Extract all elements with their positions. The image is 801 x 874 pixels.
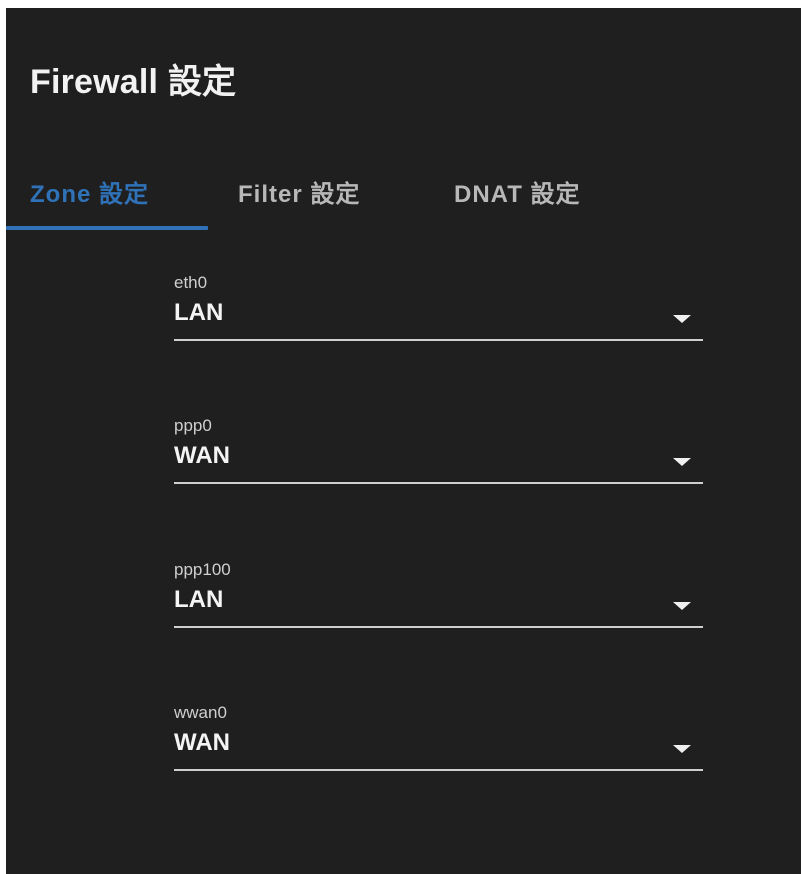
tab-zone-settings[interactable]: Zone 設定 <box>6 168 208 232</box>
zone-label-wwan0: wwan0 <box>174 703 227 722</box>
tab-zone-label: Zone 設定 <box>30 181 149 208</box>
firewall-settings-panel: Firewall 設定 Zone 設定 Filter 設定 DNAT 設定 et… <box>6 8 801 874</box>
select-underline <box>174 482 703 484</box>
active-tab-indicator <box>6 226 208 230</box>
caret-down-icon <box>673 315 691 323</box>
caret-down-icon <box>673 602 691 610</box>
select-underline <box>174 339 703 341</box>
caret-down-icon <box>673 458 691 466</box>
zone-select-wwan0[interactable]: WAN <box>174 725 703 775</box>
zone-field-ppp0: ppp0 WAN <box>174 416 703 496</box>
tab-filter-settings[interactable]: Filter 設定 <box>230 168 400 232</box>
zone-field-wwan0: wwan0 WAN <box>174 703 703 783</box>
tab-bar: Zone 設定 Filter 設定 DNAT 設定 <box>6 168 801 232</box>
zone-select-ppp100[interactable]: LAN <box>174 582 703 632</box>
zone-value-wwan0: WAN <box>174 729 230 756</box>
zone-label-ppp100: ppp100 <box>174 560 231 579</box>
zone-label-ppp0: ppp0 <box>174 416 212 435</box>
tab-dnat-settings[interactable]: DNAT 設定 <box>430 168 600 232</box>
zone-value-ppp100: LAN <box>174 586 224 613</box>
zone-select-eth0[interactable]: LAN <box>174 295 703 345</box>
caret-down-icon <box>673 745 691 753</box>
zone-select-ppp0[interactable]: WAN <box>174 438 703 488</box>
select-underline <box>174 626 703 628</box>
tab-filter-label: Filter 設定 <box>238 181 361 208</box>
zone-field-ppp100: ppp100 LAN <box>174 560 703 640</box>
zone-value-ppp0: WAN <box>174 442 230 469</box>
tab-dnat-label: DNAT 設定 <box>454 181 581 208</box>
page-title: Firewall 設定 <box>30 63 237 101</box>
select-underline <box>174 769 703 771</box>
zone-value-eth0: LAN <box>174 299 224 326</box>
zone-label-eth0: eth0 <box>174 273 208 292</box>
zone-field-eth0: eth0 LAN <box>174 273 703 353</box>
